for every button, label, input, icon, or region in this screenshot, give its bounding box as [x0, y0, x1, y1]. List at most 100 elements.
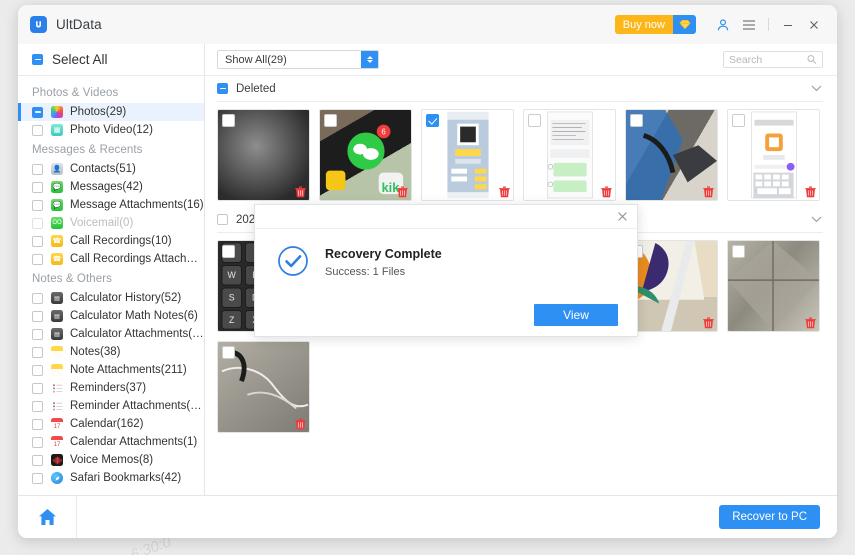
thumbnail-checkbox[interactable]	[222, 346, 235, 359]
sidebar-item-note-attachments[interactable]: Note Attachments(211)	[18, 361, 204, 379]
thumbnail-checkbox[interactable]	[732, 245, 745, 258]
thumbnail-checkbox[interactable]	[222, 114, 235, 127]
sidebar-item-checkbox[interactable]	[32, 419, 43, 430]
sidebar-item-checkbox[interactable]	[32, 293, 43, 304]
thumbnail-checkbox[interactable]	[630, 114, 643, 127]
sidebar-item-checkbox[interactable]	[32, 254, 43, 265]
sidebar-item-voicemail[interactable]: OO Voicemail(0)	[18, 214, 204, 232]
trash-icon[interactable]	[703, 186, 714, 198]
sidebar-item-calculator-math-notes[interactable]: ▤ Calculator Math Notes(6)	[18, 307, 204, 325]
section-label: Deleted	[236, 83, 276, 95]
sidebar-item-checkbox[interactable]	[32, 107, 43, 118]
sidebar-item-photo-video[interactable]: ▦ Photo Video(12)	[18, 121, 204, 139]
sidebar-item-notes[interactable]: Notes(38)	[18, 343, 204, 361]
trash-icon[interactable]	[295, 186, 306, 198]
sidebar-item-call-recordings-attachments[interactable]: ☎ Call Recordings Attachment...	[18, 250, 204, 268]
thumbnail-checkbox[interactable]	[426, 114, 439, 127]
minimize-icon[interactable]	[775, 5, 801, 44]
sidebar-item-checkbox[interactable]	[32, 164, 43, 175]
trash-icon[interactable]	[499, 186, 510, 198]
svg-text:W: W	[228, 270, 237, 280]
thumbnail-checkbox[interactable]	[324, 114, 337, 127]
thumbnail-item[interactable]	[625, 240, 718, 332]
title-bar-divider	[768, 18, 769, 31]
section-checkbox[interactable]	[217, 83, 228, 94]
buy-now-button[interactable]: Buy now	[615, 15, 696, 34]
thumbnail-item[interactable]	[727, 109, 820, 201]
sidebar-item-label: Voicemail(0)	[70, 217, 133, 229]
chevron-down-icon[interactable]	[809, 82, 823, 96]
sidebar-item-photos[interactable]: Photos(29)	[18, 103, 204, 121]
thumbnail-checkbox[interactable]	[528, 114, 541, 127]
close-icon[interactable]	[801, 5, 827, 44]
messages-icon: 💬	[51, 181, 63, 193]
sidebar-item-checkbox[interactable]	[32, 200, 43, 211]
sidebar-item-calendar-attachments[interactable]: 17 Calendar Attachments(1)	[18, 433, 204, 451]
hamburger-menu-icon[interactable]	[736, 5, 762, 44]
section-header-deleted[interactable]: Deleted	[217, 76, 823, 102]
chevron-down-icon[interactable]	[809, 213, 823, 227]
sidebar-item-label: Reminders(37)	[70, 382, 146, 394]
sidebar-item-calculator-attachments[interactable]: ▤ Calculator Attachments(30)	[18, 325, 204, 343]
chevron-updown-icon[interactable]	[361, 51, 378, 68]
thumbnail-item[interactable]	[727, 240, 820, 332]
sidebar-item-voice-memos[interactable]: Voice Memos(8)	[18, 451, 204, 469]
sidebar-scroll-area[interactable]: Photos & Videos Photos(29) ▦ Photo Video…	[18, 76, 204, 495]
view-button[interactable]: View	[534, 304, 618, 326]
filter-select[interactable]: Show All(29)	[217, 50, 379, 69]
section-checkbox[interactable]	[217, 214, 228, 225]
sidebar-item-checkbox[interactable]	[32, 329, 43, 340]
sidebar-item-checkbox[interactable]	[32, 401, 43, 412]
sidebar-item-checkbox[interactable]	[32, 311, 43, 322]
trash-icon[interactable]	[295, 418, 306, 430]
trash-icon[interactable]	[601, 186, 612, 198]
trash-icon[interactable]	[703, 317, 714, 329]
sidebar-item-checkbox	[32, 218, 43, 229]
sidebar-item-message-attachments[interactable]: 💬 Message Attachments(16)	[18, 196, 204, 214]
svg-text:6: 6	[381, 127, 385, 136]
thumbnail-item[interactable]	[217, 109, 310, 201]
sidebar-item-checkbox[interactable]	[32, 236, 43, 247]
sidebar-item-checkbox[interactable]	[32, 473, 43, 484]
sidebar-item-checkbox[interactable]	[32, 125, 43, 136]
sidebar-item-call-recordings[interactable]: ☎ Call Recordings(10)	[18, 232, 204, 250]
sidebar-item-checkbox[interactable]	[32, 182, 43, 193]
sidebar-item-checkbox[interactable]	[32, 455, 43, 466]
home-button[interactable]	[18, 496, 77, 538]
user-account-icon[interactable]	[710, 5, 736, 44]
thumbnail-item[interactable]: 6 kik	[319, 109, 412, 201]
search-box[interactable]	[723, 51, 823, 68]
recover-to-pc-button[interactable]: Recover to PC	[719, 505, 820, 529]
trash-icon[interactable]	[805, 317, 816, 329]
select-all-checkbox[interactable]	[32, 54, 43, 65]
close-icon[interactable]	[614, 209, 630, 225]
sidebar-item-label: Messages(42)	[70, 181, 143, 193]
thumbnail-checkbox[interactable]	[222, 245, 235, 258]
voicemail-icon: OO	[51, 217, 63, 229]
sidebar-item-checkbox[interactable]	[32, 383, 43, 394]
sidebar-item-reminders[interactable]: Reminders(37)	[18, 379, 204, 397]
sidebar-item-checkbox[interactable]	[32, 347, 43, 358]
select-all-row[interactable]: Select All	[18, 44, 204, 76]
sidebar-item-calendar[interactable]: 17 Calendar(162)	[18, 415, 204, 433]
trash-icon[interactable]	[805, 186, 816, 198]
sidebar-item-safari-bookmarks[interactable]: Safari Bookmarks(42)	[18, 469, 204, 487]
sidebar-item-checkbox[interactable]	[32, 437, 43, 448]
sidebar-item-reminder-attachments[interactable]: Reminder Attachments(27)	[18, 397, 204, 415]
thumbnail-checkbox[interactable]	[732, 114, 745, 127]
application-window: UltData Buy now	[18, 5, 837, 538]
thumbnail-item[interactable]	[217, 341, 310, 433]
sidebar-item-contacts[interactable]: 👤 Contacts(51)	[18, 160, 204, 178]
sidebar-item-label: Safari Bookmarks(42)	[70, 472, 181, 484]
thumbnail-item[interactable]	[523, 109, 616, 201]
search-input[interactable]	[729, 54, 807, 66]
trash-icon[interactable]	[397, 186, 408, 198]
sidebar-item-label: Voice Memos(8)	[70, 454, 153, 466]
calendar-icon: 17	[51, 418, 63, 430]
sidebar-item-checkbox[interactable]	[32, 365, 43, 376]
sidebar-item-messages[interactable]: 💬 Messages(42)	[18, 178, 204, 196]
thumbnail-item[interactable]	[625, 109, 718, 201]
messages-icon: 💬	[51, 199, 63, 211]
sidebar-item-calculator-history[interactable]: ▤ Calculator History(52)	[18, 289, 204, 307]
thumbnail-item[interactable]	[421, 109, 514, 201]
